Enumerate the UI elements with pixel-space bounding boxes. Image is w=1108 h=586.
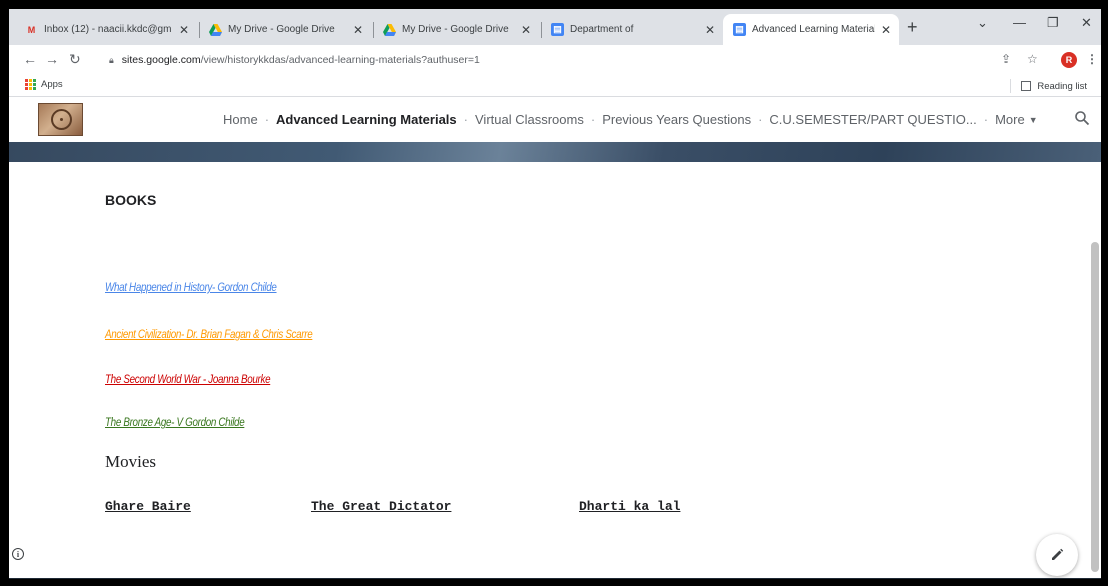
- drive-icon: [209, 23, 222, 36]
- nav-advanced-learning-materials[interactable]: Advanced Learning Materials: [276, 112, 457, 127]
- tab-strip: M Inbox (12) - naacii.kkdc@gm ✕ My Drive…: [9, 9, 1101, 45]
- movie-link-3[interactable]: Dharti ka lal: [579, 499, 680, 514]
- os-taskbar: [9, 578, 1101, 579]
- movie-link-2[interactable]: The Great Dictator: [311, 499, 451, 514]
- nav-separator: ·: [983, 112, 989, 127]
- apps-bookmark[interactable]: Apps: [25, 79, 63, 90]
- reading-list-button[interactable]: Reading list: [1010, 79, 1087, 93]
- site-logo[interactable]: [38, 103, 83, 136]
- tab-title: My Drive - Google Drive: [402, 24, 509, 35]
- site-navigation: Home · Advanced Learning Materials · Vir…: [223, 112, 1038, 127]
- nav-home[interactable]: Home: [223, 112, 258, 127]
- chevron-down-icon: ▼: [1028, 114, 1038, 125]
- forward-icon[interactable]: →: [45, 51, 59, 67]
- tab-advanced-learning[interactable]: ▤ Advanced Learning Materials ✕: [723, 14, 899, 45]
- close-icon[interactable]: ✕: [705, 23, 715, 37]
- tab-drive-1[interactable]: My Drive - Google Drive ✕: [199, 14, 371, 45]
- book-link-3[interactable]: The Second World War - Joanna Bourke: [105, 372, 271, 386]
- tab-title: Advanced Learning Materials: [752, 24, 875, 35]
- header-banner-image: [9, 142, 1101, 162]
- nav-virtual-classrooms[interactable]: Virtual Classrooms: [475, 112, 584, 127]
- tab-drive-2[interactable]: My Drive - Google Drive ✕: [373, 14, 539, 45]
- main-content: BOOKS What Happened in History- Gordon C…: [9, 162, 1101, 579]
- nav-previous-years-questions[interactable]: Previous Years Questions: [602, 112, 751, 127]
- lock-icon[interactable]: 🔒︎: [109, 55, 114, 66]
- gmail-icon: M: [27, 24, 36, 35]
- book-link-2[interactable]: Ancient Civilization- Dr. Brian Fagan & …: [105, 327, 313, 341]
- drive-icon: [383, 23, 396, 36]
- pencil-icon: [1052, 548, 1064, 560]
- movie-link-1[interactable]: Ghare Baire: [105, 499, 191, 514]
- browser-window: M Inbox (12) - naacii.kkdc@gm ✕ My Drive…: [9, 9, 1101, 579]
- tab-search-chevron-icon[interactable]: ⌄: [977, 15, 988, 31]
- tab-title: My Drive - Google Drive: [228, 24, 335, 35]
- window-close-icon[interactable]: ✕: [1081, 15, 1092, 31]
- tab-department[interactable]: ▤ Department of ✕: [541, 14, 723, 45]
- apps-label: Apps: [41, 79, 63, 90]
- tab-gmail[interactable]: M Inbox (12) - naacii.kkdc@gm ✕: [15, 14, 197, 45]
- menu-kebab-icon[interactable]: ⋮: [1086, 52, 1098, 66]
- books-heading: BOOKS: [105, 192, 157, 208]
- book-link-1[interactable]: What Happened in History- Gordon Childe: [105, 280, 277, 294]
- new-tab-button[interactable]: +: [907, 17, 918, 38]
- book-link-4[interactable]: The Bronze Age- V Gordon Childe: [105, 415, 245, 429]
- bookmarks-divider: [1010, 79, 1012, 93]
- nav-separator: ·: [590, 112, 596, 127]
- nav-separator: ·: [264, 112, 270, 127]
- back-icon[interactable]: ←: [23, 51, 37, 67]
- nav-separator: ·: [463, 112, 468, 127]
- edit-button[interactable]: [1036, 534, 1078, 576]
- restore-icon[interactable]: ❐: [1047, 15, 1059, 31]
- address-bar[interactable]: 🔒︎ sites.google.com/view/historykkdas/ad…: [109, 49, 989, 71]
- address-toolbar: ← → ↻ 🔒︎ sites.google.com/view/historykk…: [9, 45, 1101, 75]
- close-icon[interactable]: ✕: [353, 23, 363, 37]
- minimize-icon[interactable]: —: [1013, 15, 1026, 30]
- scrollbar[interactable]: [1091, 242, 1099, 572]
- url-path: /view/historykkdas/advanced-learning-mat…: [200, 54, 480, 66]
- share-icon[interactable]: ⇪: [1001, 52, 1011, 66]
- url-host: sites.google.com: [121, 54, 201, 66]
- movies-heading: Movies: [105, 452, 156, 471]
- search-icon[interactable]: [1074, 110, 1090, 126]
- info-icon[interactable]: i: [12, 548, 24, 560]
- bookmarks-bar: Apps Reading list: [9, 75, 1101, 97]
- reading-list-label: Reading list: [1037, 80, 1087, 92]
- reading-list-icon: [1021, 81, 1032, 91]
- tab-title: Inbox (12) - naacii.kkdc@gm: [44, 24, 172, 35]
- nav-separator: ·: [758, 112, 763, 127]
- close-icon[interactable]: ✕: [179, 23, 189, 37]
- bookmark-star-icon[interactable]: ☆: [1027, 52, 1038, 66]
- nav-more[interactable]: More ▼: [995, 112, 1038, 127]
- profile-avatar[interactable]: R: [1061, 52, 1077, 68]
- apps-grid-icon: [25, 79, 36, 90]
- tab-title: Department of: [570, 24, 634, 35]
- reload-icon[interactable]: ↻: [69, 51, 81, 68]
- close-icon[interactable]: ✕: [881, 23, 891, 37]
- nav-cu-semester[interactable]: C.U.SEMESTER/PART QUESTIO...: [769, 112, 976, 127]
- nav-more-label: More: [995, 112, 1025, 127]
- close-icon[interactable]: ✕: [521, 23, 531, 37]
- site-header: Home · Advanced Learning Materials · Vir…: [9, 98, 1101, 142]
- sites-icon: ▤: [733, 23, 746, 36]
- sites-icon: ▤: [551, 23, 564, 36]
